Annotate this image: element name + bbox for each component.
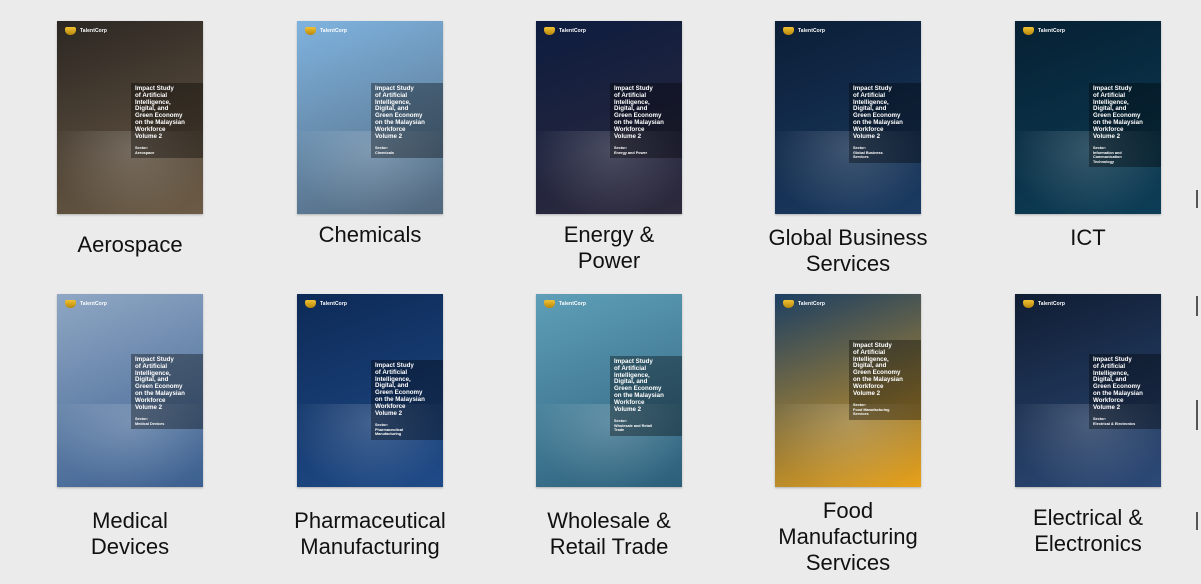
edge-divider xyxy=(1196,190,1198,208)
report-title: Impact Study of Artificial Intelligence,… xyxy=(1093,85,1143,140)
report-title: Impact Study of Artificial Intelligence,… xyxy=(375,362,425,417)
report-label[interactable]: Food Manufacturing Services xyxy=(728,498,968,576)
report-cover[interactable]: TalentCorp Impact Study of Artificial Int… xyxy=(57,21,203,214)
crest-icon xyxy=(1023,27,1034,35)
report-sector: Sector: Chemicals xyxy=(375,146,394,155)
report-label[interactable]: Wholesale & Retail Trade xyxy=(489,508,729,560)
edge-divider xyxy=(1196,400,1198,430)
report-sector: Sector: Wholesale and Retail Trade xyxy=(614,419,652,433)
report-sector: Sector: Medical Devices xyxy=(135,417,165,426)
report-label[interactable]: Pharmaceutical Manufacturing xyxy=(250,508,490,560)
report-cover[interactable]: TalentCorp Impact Study of Artificial Int… xyxy=(775,294,921,487)
report-title: Impact Study of Artificial Intelligence,… xyxy=(853,342,903,397)
cover-brand: TalentCorp xyxy=(544,300,586,308)
report-sector: Sector: Food Manufacturing Services xyxy=(853,403,890,417)
report-label[interactable]: ICT xyxy=(968,225,1201,251)
report-label[interactable]: Chemicals xyxy=(250,222,490,248)
report-label[interactable]: Global Business Services xyxy=(728,225,968,277)
crest-icon xyxy=(783,300,794,308)
report-title: Impact Study of Artificial Intelligence,… xyxy=(135,356,185,411)
cover-brand: TalentCorp xyxy=(1023,27,1065,35)
report-cover[interactable]: TalentCorp Impact Study of Artificial Int… xyxy=(775,21,921,214)
brand-name: TalentCorp xyxy=(320,301,348,307)
edge-divider xyxy=(1196,296,1198,316)
brand-name: TalentCorp xyxy=(320,28,348,34)
brand-name: TalentCorp xyxy=(1038,28,1066,34)
report-title: Impact Study of Artificial Intelligence,… xyxy=(1093,356,1143,411)
cover-title-panel: Impact Study of Artificial Intelligence,… xyxy=(131,83,203,159)
crest-icon xyxy=(65,300,76,308)
brand-name: TalentCorp xyxy=(798,301,826,307)
cover-brand: TalentCorp xyxy=(783,300,825,308)
brand-name: TalentCorp xyxy=(1038,301,1066,307)
cover-title-panel: Impact Study of Artificial Intelligence,… xyxy=(131,354,203,430)
report-label[interactable]: Medical Devices xyxy=(10,508,250,560)
cover-title-panel: Impact Study of Artificial Intelligence,… xyxy=(610,83,682,159)
cover-brand: TalentCorp xyxy=(1023,300,1065,308)
crest-icon xyxy=(305,300,316,308)
crest-icon xyxy=(544,27,555,35)
report-title: Impact Study of Artificial Intelligence,… xyxy=(614,85,664,140)
report-sector: Sector: Electrical & Electronics xyxy=(1093,417,1136,426)
edge-divider xyxy=(1196,512,1198,530)
cover-title-panel: Impact Study of Artificial Intelligence,… xyxy=(371,360,443,440)
cover-title-panel: Impact Study of Artificial Intelligence,… xyxy=(371,83,443,159)
cover-brand: TalentCorp xyxy=(544,27,586,35)
cover-title-panel: Impact Study of Artificial Intelligence,… xyxy=(849,83,921,163)
brand-name: TalentCorp xyxy=(80,28,108,34)
report-title: Impact Study of Artificial Intelligence,… xyxy=(853,85,903,140)
report-title: Impact Study of Artificial Intelligence,… xyxy=(375,85,425,140)
crest-icon xyxy=(305,27,316,35)
brand-name: TalentCorp xyxy=(559,301,587,307)
report-cover[interactable]: TalentCorp Impact Study of Artificial Int… xyxy=(57,294,203,487)
report-sector: Sector: Aerospace xyxy=(135,146,155,155)
cover-brand: TalentCorp xyxy=(65,300,107,308)
report-label[interactable]: Energy & Power xyxy=(489,222,729,274)
brand-name: TalentCorp xyxy=(80,301,108,307)
report-cover[interactable]: TalentCorp Impact Study of Artificial Int… xyxy=(536,294,682,487)
crest-icon xyxy=(544,300,555,308)
report-sector: Sector: Global Business Services xyxy=(853,146,883,160)
crest-icon xyxy=(783,27,794,35)
report-cover[interactable]: TalentCorp Impact Study of Artificial Int… xyxy=(536,21,682,214)
crest-icon xyxy=(65,27,76,35)
cover-brand: TalentCorp xyxy=(305,300,347,308)
report-title: Impact Study of Artificial Intelligence,… xyxy=(614,358,664,413)
report-sector: Sector: Information and Communication Te… xyxy=(1093,146,1122,164)
report-cover[interactable]: TalentCorp Impact Study of Artificial Int… xyxy=(297,21,443,214)
report-label[interactable]: Aerospace xyxy=(10,232,250,258)
crest-icon xyxy=(1023,300,1034,308)
cover-title-panel: Impact Study of Artificial Intelligence,… xyxy=(849,340,921,420)
report-gallery: { "cover": { "brand": "TalentCorp", "tit… xyxy=(0,0,1201,584)
report-title: Impact Study of Artificial Intelligence,… xyxy=(135,85,185,140)
cover-title-panel: Impact Study of Artificial Intelligence,… xyxy=(1089,83,1161,167)
report-cover[interactable]: TalentCorp Impact Study of Artificial Int… xyxy=(1015,294,1161,487)
brand-name: TalentCorp xyxy=(798,28,826,34)
report-sector: Sector: Energy and Power xyxy=(614,146,648,155)
cover-brand: TalentCorp xyxy=(305,27,347,35)
report-cover[interactable]: TalentCorp Impact Study of Artificial Int… xyxy=(1015,21,1161,214)
cover-brand: TalentCorp xyxy=(783,27,825,35)
cover-brand: TalentCorp xyxy=(65,27,107,35)
report-label[interactable]: Electrical & Electronics xyxy=(968,505,1201,557)
cover-title-panel: Impact Study of Artificial Intelligence,… xyxy=(1089,354,1161,430)
brand-name: TalentCorp xyxy=(559,28,587,34)
report-cover[interactable]: TalentCorp Impact Study of Artificial Int… xyxy=(297,294,443,487)
report-sector: Sector: Pharmaceutical Manufacturing xyxy=(375,423,404,437)
cover-title-panel: Impact Study of Artificial Intelligence,… xyxy=(610,356,682,436)
